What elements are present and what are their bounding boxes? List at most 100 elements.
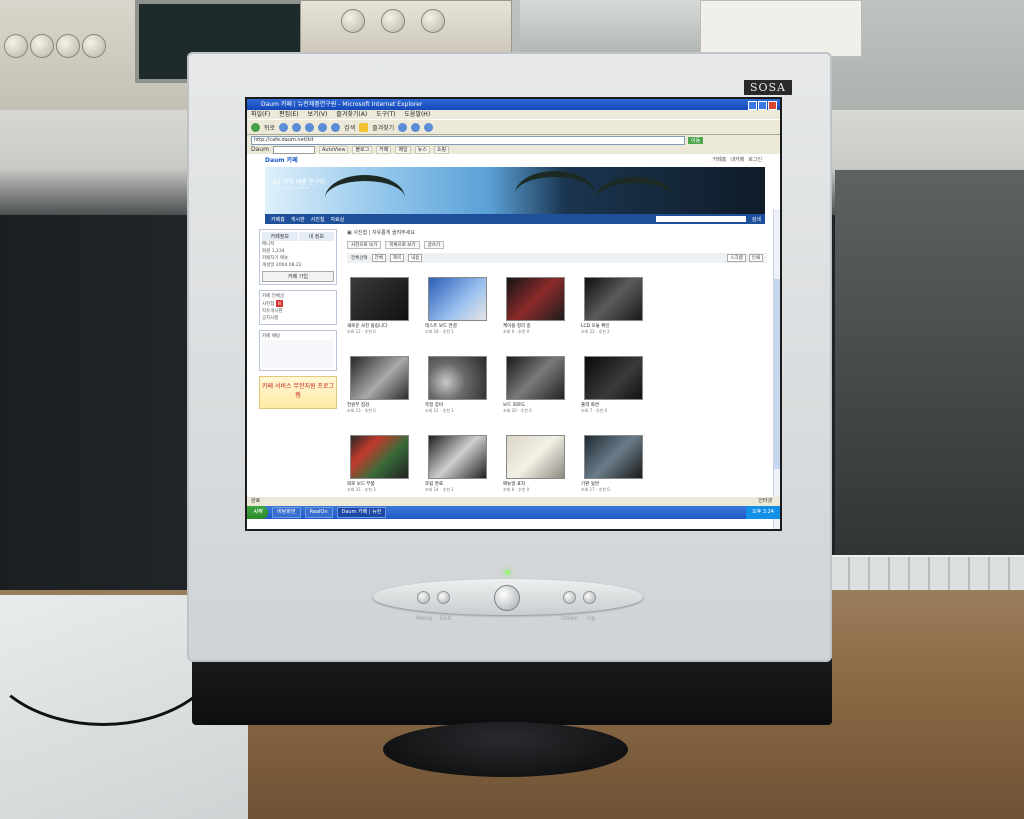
view-photo-button[interactable]: 사진으로 보기 <box>347 241 382 249</box>
tab-my-info[interactable]: 내 정보 <box>298 232 334 241</box>
favorites-icon[interactable] <box>359 122 369 132</box>
maximize-button[interactable] <box>758 101 767 110</box>
menu-tools[interactable]: 도구(T) <box>376 111 395 118</box>
select-all-checkbox[interactable]: 전체선택 <box>351 255 368 261</box>
cafe-nav: 카페홈 게시판 사진첩 자료실 검색 <box>265 214 765 224</box>
menu-item[interactable]: 공지사항 <box>262 315 334 322</box>
down-button[interactable] <box>563 591 576 604</box>
tab-cafe-info[interactable]: 카페정보 <box>262 232 298 241</box>
photo-thumbnail[interactable] <box>350 435 409 479</box>
media-icon[interactable] <box>398 122 408 132</box>
top-link[interactable]: 내카페 <box>730 156 744 163</box>
photo-item[interactable]: 테스트 보드 연결 조회 18 · 추천 1 <box>425 277 503 350</box>
photo-item[interactable]: 측정 장비 조회 11 · 추천 1 <box>425 356 503 429</box>
print-button[interactable]: 인쇄 <box>748 254 763 262</box>
cafe-search-button[interactable]: 검색 <box>752 216 761 223</box>
back-icon[interactable] <box>251 122 260 132</box>
scrollbar-thumb[interactable] <box>774 279 780 469</box>
print-icon[interactable] <box>424 122 434 132</box>
scrap-button[interactable]: 스크랩 <box>727 254 746 262</box>
photo-thumbnail[interactable] <box>506 277 565 321</box>
photo-item[interactable]: 출력 화면 조회 7 · 추천 0 <box>581 356 659 429</box>
write-button[interactable]: 글쓰기 <box>423 241 444 249</box>
status-text: 완료 <box>251 498 261 504</box>
photo-thumbnail[interactable] <box>350 356 409 400</box>
filter-option[interactable]: 제목 <box>389 254 405 262</box>
link-mail[interactable]: 메일 <box>395 145 411 154</box>
stop-icon[interactable] <box>292 122 302 132</box>
link-shopping[interactable]: 쇼핑 <box>433 145 450 154</box>
home-icon[interactable] <box>318 122 328 132</box>
mail-icon[interactable] <box>411 122 421 132</box>
go-button[interactable]: 이동 <box>688 136 704 144</box>
filter-option[interactable]: 전체 <box>371 254 386 262</box>
view-list-button[interactable]: 목록으로 보기 <box>385 241 420 249</box>
menu-button[interactable] <box>417 591 430 604</box>
menu-item[interactable]: 카페 전체글 <box>262 293 334 300</box>
photo-thumbnail[interactable] <box>428 356 487 400</box>
vertical-scrollbar[interactable] <box>773 209 780 529</box>
search-label[interactable]: 검색 <box>344 123 355 132</box>
refresh-icon[interactable] <box>305 122 315 132</box>
link-cafe[interactable]: 카페 <box>376 145 392 154</box>
close-button[interactable] <box>768 101 777 110</box>
photo-item[interactable]: 전원부 점검 조회 15 · 추천 0 <box>347 356 425 429</box>
photo-thumbnail[interactable] <box>584 435 643 479</box>
nav-item[interactable]: 사진첩 <box>311 216 325 223</box>
breadcrumb: ▣ 사진첩 | 자유롭게 올려주세요 <box>347 230 415 236</box>
address-input[interactable]: http://cafe.daum.net/kit <box>251 135 685 145</box>
photo-item[interactable]: 새로운 사진 올립니다 조회 12 · 추천 0 <box>347 277 425 350</box>
menu-help[interactable]: 도움말(H) <box>404 111 430 118</box>
filter-row: 전체선택 전체 제목 내용 스크랩 인쇄 <box>347 253 767 263</box>
nav-item[interactable]: 자료실 <box>330 216 344 223</box>
photo-thumbnail[interactable] <box>428 435 487 479</box>
menu-edit[interactable]: 편집(E) <box>279 111 299 118</box>
top-link[interactable]: 로그인 <box>748 156 762 163</box>
knob <box>421 9 445 33</box>
cafe-ad[interactable]: 카페 서비스 무한지원 프로그램 <box>259 376 337 409</box>
photo-item[interactable]: 보드 회로도 조회 20 · 추천 0 <box>503 356 581 429</box>
taskbar-item-active[interactable]: Daum 카페 | 뉴런 <box>336 507 387 518</box>
taskbar-item[interactable]: RealOn <box>304 507 333 518</box>
photo-thumbnail[interactable] <box>506 356 565 400</box>
minimize-button[interactable] <box>748 101 757 110</box>
photo-item[interactable]: 케이블 정리 중 조회 9 · 추천 0 <box>503 277 581 350</box>
back-label[interactable]: 뒤로 <box>264 123 275 132</box>
photo-meta: 조회 7 · 추천 0 <box>581 408 608 413</box>
join-cafe-button[interactable]: 카페 가입 <box>262 271 334 282</box>
left-sidebar: 카페정보 내 정보 매니저 회원 1,234 카페지기 메뉴 개설일 2004.… <box>259 229 337 409</box>
favorites-label[interactable]: 즐겨찾기 <box>372 123 394 132</box>
daum-logo[interactable]: Daum 카페 <box>265 155 298 164</box>
top-link[interactable]: 카페홈 <box>713 156 727 163</box>
menu-item[interactable]: 자유게시판 <box>262 308 334 315</box>
menu-file[interactable]: 파일(F) <box>251 111 270 118</box>
link-news[interactable]: 뉴스 <box>414 145 430 154</box>
photo-thumbnail[interactable] <box>584 356 643 400</box>
exit-button[interactable] <box>437 591 450 604</box>
forward-icon[interactable] <box>279 122 289 132</box>
links-search-input[interactable] <box>272 145 315 154</box>
link-autoview[interactable]: AutoView <box>318 145 349 154</box>
menu-favorites[interactable]: 즐겨찾기(A) <box>336 111 367 118</box>
nav-item[interactable]: 게시판 <box>291 216 305 223</box>
link-blog[interactable]: 블로그 <box>352 145 373 154</box>
photo-thumbnail[interactable] <box>428 277 487 321</box>
up-button[interactable] <box>583 591 596 604</box>
chat-box: 카페 채팅 <box>259 330 337 371</box>
photo-item[interactable]: LCD 모듈 확인 조회 22 · 추천 2 <box>581 277 659 350</box>
filter-option[interactable]: 내용 <box>408 254 423 262</box>
search-icon[interactable] <box>331 122 341 132</box>
menu-item[interactable]: 사진첩 N <box>262 300 334 308</box>
link-daum[interactable]: Daum <box>251 146 269 153</box>
menu-view[interactable]: 보기(V) <box>308 111 328 118</box>
photo-thumbnail[interactable] <box>584 277 643 321</box>
photo-thumbnail[interactable] <box>506 435 565 479</box>
palm-tree-graphic <box>515 171 595 214</box>
cafe-search-input[interactable] <box>655 216 746 222</box>
taskbar-item[interactable]: 바탕화면 <box>272 507 301 518</box>
nav-item[interactable]: 카페홈 <box>271 216 285 223</box>
photo-thumbnail[interactable] <box>350 277 409 321</box>
start-button[interactable]: 시작 <box>247 506 269 519</box>
power-button[interactable] <box>494 585 520 611</box>
photo-meta: 조회 12 · 추천 0 <box>347 329 376 334</box>
